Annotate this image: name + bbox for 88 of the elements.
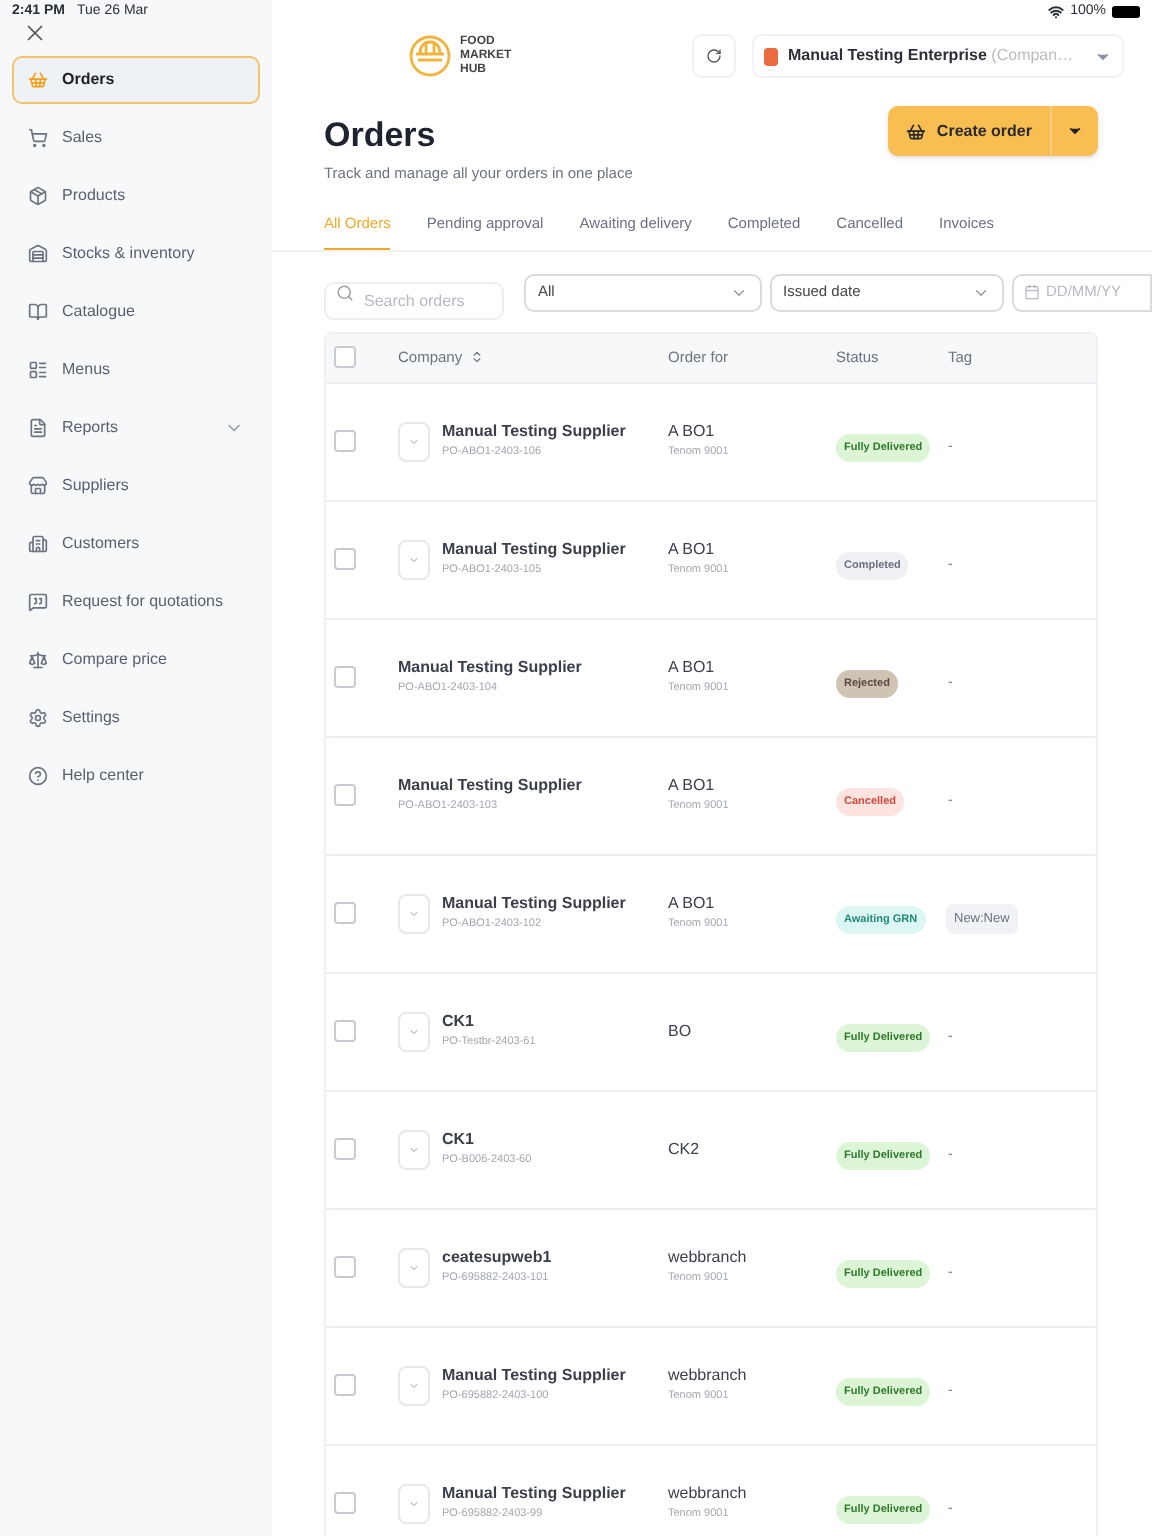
sidebar-item[interactable]: Sales xyxy=(12,114,260,162)
company-name: CK1 xyxy=(442,1131,477,1148)
sidebar-item[interactable]: Reports xyxy=(12,404,260,452)
row-checkbox[interactable] xyxy=(334,548,356,570)
logo-icon xyxy=(408,34,452,78)
order-for: BO xyxy=(668,1023,694,1039)
chevron-icon xyxy=(408,1143,420,1155)
company-name: Manual Testing Supplier xyxy=(398,659,582,676)
close-icon[interactable] xyxy=(22,20,48,46)
sidebar-item[interactable]: Menus xyxy=(12,346,260,394)
row-checkbox[interactable] xyxy=(334,666,356,688)
chevron-icon xyxy=(408,1379,420,1391)
sidebar-item[interactable]: Compare price xyxy=(12,636,260,684)
expand-row-button[interactable] xyxy=(398,539,430,579)
expand-row-button[interactable] xyxy=(398,893,430,933)
create-order-button[interactable]: Create order xyxy=(888,106,1098,156)
row-checkbox[interactable] xyxy=(334,1020,356,1042)
sidebar-item[interactable]: Customers xyxy=(12,520,260,568)
document-icon xyxy=(28,418,48,438)
basket-icon xyxy=(28,70,48,90)
expand-row-button[interactable] xyxy=(398,1483,430,1523)
calendar-icon xyxy=(1024,284,1040,300)
store-icon xyxy=(28,476,48,496)
company-name: ceatesupweb1 xyxy=(442,1249,552,1266)
list-icon xyxy=(28,360,48,380)
company-name: Manual Testing Supplier xyxy=(442,541,626,558)
row-checkbox[interactable] xyxy=(334,1374,356,1396)
company-name: Manual Testing Supplier xyxy=(398,777,582,794)
basket-icon xyxy=(906,121,927,141)
search-field[interactable]: Search orders xyxy=(324,281,504,319)
page-title: Orders xyxy=(324,116,438,156)
order-for: A BO1 xyxy=(668,777,717,794)
expand-row-button[interactable] xyxy=(398,1365,430,1405)
order-for: webbranch xyxy=(668,1485,749,1502)
order-for: A BO1 xyxy=(668,423,717,440)
help-icon xyxy=(28,766,48,786)
row-checkbox[interactable] xyxy=(334,1256,356,1278)
cart-icon xyxy=(28,128,48,148)
row-checkbox[interactable] xyxy=(334,430,356,452)
scale-icon xyxy=(28,650,48,670)
order-for: A BO1 xyxy=(668,541,717,558)
sidebar-item[interactable]: Help center xyxy=(12,752,260,800)
chevron-icon xyxy=(408,907,420,919)
row-checkbox[interactable] xyxy=(334,1492,356,1514)
company-name: Manual Testing Supplier xyxy=(442,1485,626,1502)
company-name: CK1 xyxy=(442,1013,477,1030)
sidebar-item[interactable]: Catalogue xyxy=(12,288,260,336)
book-icon xyxy=(28,302,48,322)
chevron-icon xyxy=(408,1261,420,1273)
company-name: Manual Testing Supplier xyxy=(442,1367,626,1384)
refresh-button[interactable] xyxy=(692,34,736,78)
refresh-icon xyxy=(706,48,722,64)
expand-row-button[interactable] xyxy=(398,1129,430,1169)
battery-icon xyxy=(1112,6,1140,18)
wifi-icon xyxy=(1048,4,1065,20)
settings-icon xyxy=(28,708,48,728)
chevron-icon xyxy=(408,1025,420,1037)
warehouse-icon xyxy=(28,244,48,264)
row-checkbox[interactable] xyxy=(334,902,356,924)
company-name: Manual Testing Supplier xyxy=(442,895,626,912)
sort-icon xyxy=(470,350,485,364)
row-checkbox[interactable] xyxy=(334,1138,356,1160)
order-for: A BO1 xyxy=(668,659,717,676)
sidebar-item[interactable]: Settings xyxy=(12,694,260,742)
chevron-icon xyxy=(408,553,420,565)
expand-row-button[interactable] xyxy=(398,1011,430,1051)
sidebar-item[interactable]: Stocks & inventory xyxy=(12,230,260,278)
chevron-icon xyxy=(408,435,420,447)
search-icon xyxy=(336,283,354,301)
chevron-icon xyxy=(408,1497,420,1509)
expand-row-button[interactable] xyxy=(398,421,430,461)
order-for: webbranch xyxy=(668,1367,749,1384)
select-all-checkbox[interactable] xyxy=(334,346,356,368)
company-tag-icon xyxy=(764,47,778,65)
order-for: A BO1 xyxy=(668,895,717,912)
sidebar-item[interactable]: Products xyxy=(12,172,260,220)
company-name: Manual Testing Supplier xyxy=(442,423,626,440)
row-checkbox[interactable] xyxy=(334,784,356,806)
company-selector[interactable]: Manual Testing Enterprise (Compan… xyxy=(752,34,1124,78)
box-icon xyxy=(28,186,48,206)
sidebar-item[interactable]: Suppliers xyxy=(12,462,260,510)
sidebar-item[interactable]: Orders xyxy=(12,56,260,104)
order-for: webbranch xyxy=(668,1249,749,1266)
order-for: CK2 xyxy=(668,1141,702,1157)
expand-row-button[interactable] xyxy=(398,1247,430,1287)
quote-icon xyxy=(28,592,48,612)
sidebar-item[interactable]: Request for quotations xyxy=(12,578,260,626)
building-icon xyxy=(28,534,48,554)
